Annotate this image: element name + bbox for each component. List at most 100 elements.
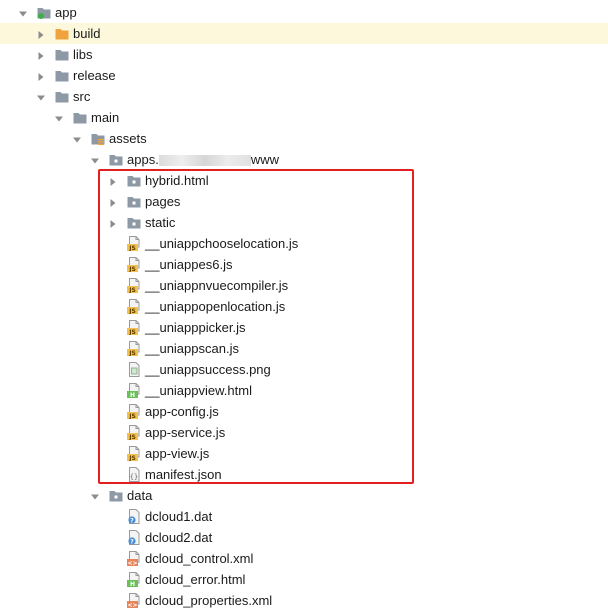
xml-file-icon: <> xyxy=(127,593,141,609)
tree-item-label: assets xyxy=(109,131,147,146)
expand-arrow-icon[interactable] xyxy=(108,196,118,207)
js-file-icon: JS xyxy=(127,320,141,336)
tree-item-label: __uniapppicker.js xyxy=(145,320,246,335)
tree-item-label: app xyxy=(55,5,77,20)
tree-item-label: hybrid.html xyxy=(145,173,209,188)
js-file-icon: JS xyxy=(127,278,141,294)
folder-icon xyxy=(55,47,69,62)
tree-row-apps[interactable]: apps. www xyxy=(0,149,608,170)
tree-item-label: data xyxy=(127,488,153,503)
tree-item-label: __uniappview.html xyxy=(145,383,252,398)
tree-row-uniappsuccess-png[interactable]: __uniappsuccess.png xyxy=(0,359,608,380)
collapse-arrow-icon[interactable] xyxy=(36,91,46,101)
tree-row-uniapppicker-js[interactable]: JS __uniapppicker.js xyxy=(0,317,608,338)
tree-row-manifest-json[interactable]: {} manifest.json xyxy=(0,464,608,485)
folder-icon xyxy=(91,131,105,146)
tree-item-label: dcloud1.dat xyxy=(145,509,213,524)
tree-row-pages[interactable]: pages xyxy=(0,191,608,212)
svg-text:JS: JS xyxy=(128,329,136,335)
svg-text:<>: <> xyxy=(127,560,137,566)
js-file-icon: JS xyxy=(127,425,141,441)
expand-arrow-icon[interactable] xyxy=(108,175,118,186)
tree-item-label: app-service.js xyxy=(145,425,226,440)
tree-item-label: src xyxy=(73,89,91,104)
tree-item-label: __uniappopenlocation.js xyxy=(145,299,286,314)
tree-row-release[interactable]: release xyxy=(0,65,608,86)
tree-row-app-config-js[interactable]: JS app-config.js xyxy=(0,401,608,422)
svg-text:JS: JS xyxy=(128,413,136,419)
tree-row-uniappnvuecompiler-js[interactable]: JS __uniappnvuecompiler.js xyxy=(0,275,608,296)
folder-icon xyxy=(55,68,69,83)
tree-row-src[interactable]: src xyxy=(0,86,608,107)
tree-row-data[interactable]: data xyxy=(0,485,608,506)
tree-row-hybrid-html[interactable]: hybrid.html xyxy=(0,170,608,191)
html-file-icon: H xyxy=(127,383,141,399)
xml-file-icon: <> xyxy=(127,551,141,567)
svg-text:{}: {} xyxy=(130,473,138,481)
tree-item-label: main xyxy=(91,110,120,125)
folder-icon xyxy=(55,26,69,41)
folder-icon xyxy=(127,194,141,209)
js-file-icon: JS xyxy=(127,257,141,273)
tree-item-label: __uniappchooselocation.js xyxy=(145,236,299,251)
tree-item-label: dcloud_error.html xyxy=(145,572,246,587)
svg-text:JS: JS xyxy=(128,287,136,293)
tree-item-label: release xyxy=(73,68,116,83)
collapse-arrow-icon[interactable] xyxy=(54,112,64,122)
collapse-arrow-icon[interactable] xyxy=(72,133,82,143)
expand-arrow-icon[interactable] xyxy=(108,217,118,228)
unknown-file-icon: ? xyxy=(127,530,141,545)
tree-row-uniappview-html[interactable]: H __uniappview.html xyxy=(0,380,608,401)
tree-item-label: build xyxy=(73,26,101,41)
tree-row-app-service-js[interactable]: JS app-service.js xyxy=(0,422,608,443)
js-file-icon: JS xyxy=(127,404,141,420)
js-file-icon: JS xyxy=(127,236,141,252)
tree-row-uniappscan-js[interactable]: JS __uniappscan.js xyxy=(0,338,608,359)
unknown-file-icon: ? xyxy=(127,509,141,524)
tree-item-label: __uniappnvuecompiler.js xyxy=(145,278,289,293)
svg-text:H: H xyxy=(130,392,135,398)
tree-row-dcloud-error-html[interactable]: Hdcloud_error.html xyxy=(0,569,608,590)
tree-item-label: dcloud2.dat xyxy=(145,530,213,545)
collapse-arrow-icon[interactable] xyxy=(90,490,100,500)
tree-row-libs[interactable]: libs xyxy=(0,44,608,65)
svg-text:JS: JS xyxy=(128,245,136,251)
collapse-arrow-icon[interactable] xyxy=(90,154,100,164)
tree-row-assets[interactable]: assets xyxy=(0,128,608,149)
tree-row-dcloud2-dat[interactable]: ? dcloud2.dat xyxy=(0,527,608,548)
tree-row-build[interactable]: build xyxy=(0,23,608,44)
svg-text:?: ? xyxy=(130,538,134,545)
tree-row-dcloud-control-xml[interactable]: <> dcloud_control.xml xyxy=(0,548,608,569)
tree-item-label: apps. www xyxy=(127,152,279,167)
tree-item-label: __uniappscan.js xyxy=(145,341,239,356)
folder-icon xyxy=(127,215,141,230)
collapse-arrow-icon[interactable] xyxy=(18,7,28,17)
tree-item-label: dcloud_properties.xml xyxy=(145,593,273,608)
tree-row-dcloud1-dat[interactable]: ? dcloud1.dat xyxy=(0,506,608,527)
tree-row-static[interactable]: static xyxy=(0,212,608,233)
tree-row-app[interactable]: app xyxy=(0,2,608,23)
expand-arrow-icon[interactable] xyxy=(36,70,46,81)
tree-row-uniappes6-js[interactable]: JS __uniappes6.js xyxy=(0,254,608,275)
tree-row-app-view-js[interactable]: JS app-view.js xyxy=(0,443,608,464)
redacted-text xyxy=(158,155,251,167)
project-tree: app build libs release src main assets a… xyxy=(0,0,608,609)
tree-row-uniappopenlocation-js[interactable]: JS __uniappopenlocation.js xyxy=(0,296,608,317)
expand-arrow-icon[interactable] xyxy=(36,28,46,39)
js-file-icon: JS xyxy=(127,446,141,462)
html-file-icon: H xyxy=(127,572,141,588)
expand-arrow-icon[interactable] xyxy=(36,49,46,60)
tree-item-label: static xyxy=(145,215,176,230)
tree-row-dcloud-properties-xml[interactable]: <> dcloud_properties.xml xyxy=(0,590,608,611)
tree-item-label: app-view.js xyxy=(145,446,210,461)
folder-icon xyxy=(73,110,87,125)
tree-item-label: __uniappes6.js xyxy=(145,257,233,272)
js-file-icon: JS xyxy=(127,341,141,357)
tree-item-label: libs xyxy=(73,47,93,62)
folder-icon xyxy=(55,89,69,104)
svg-text:JS: JS xyxy=(128,350,136,356)
svg-text:H: H xyxy=(130,581,135,587)
tree-row-main[interactable]: main xyxy=(0,107,608,128)
svg-text:JS: JS xyxy=(128,434,136,440)
tree-row-uniappchooselocation-js[interactable]: JS __uniappchooselocation.js xyxy=(0,233,608,254)
